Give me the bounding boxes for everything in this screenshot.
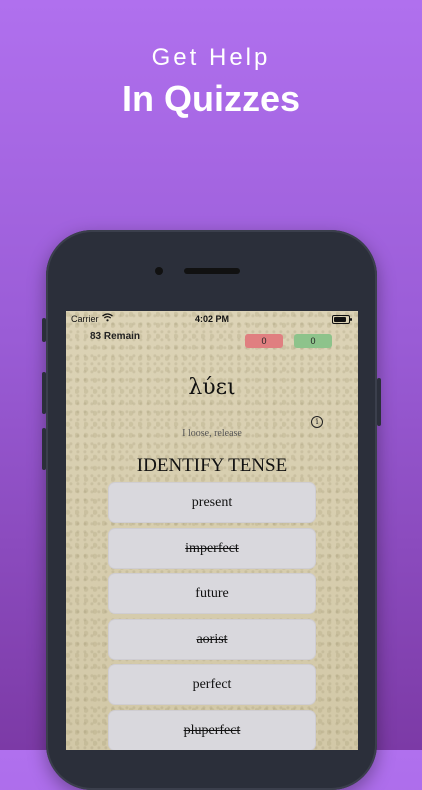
right-count-badge: 0 <box>294 334 332 348</box>
status-bar: Carrier 4:02 PM <box>66 311 358 327</box>
option-aorist-button[interactable]: aorist <box>108 619 316 660</box>
promo-header: Get Help In Quizzes <box>0 44 422 120</box>
battery-icon <box>332 315 352 324</box>
promo-subtitle: Get Help <box>151 44 271 71</box>
info-icon[interactable]: i <box>311 416 323 428</box>
earpiece-speaker <box>184 268 240 274</box>
option-pluperfect-button[interactable]: pluperfect <box>108 710 316 750</box>
promo-title: In Quizzes <box>121 78 301 119</box>
option-imperfect-button[interactable]: imperfect <box>108 528 316 569</box>
volume-down-button <box>42 428 46 470</box>
option-present-button[interactable]: present <box>108 482 316 523</box>
option-perfect-button[interactable]: perfect <box>108 664 316 705</box>
quiz-prompt: IDENTIFY TENSE <box>136 455 288 476</box>
wrong-count-badge: 0 <box>245 334 283 348</box>
power-button <box>377 378 381 426</box>
status-time: 4:02 PM <box>194 314 229 324</box>
mute-switch <box>42 318 46 342</box>
greek-word: λύει <box>188 375 236 400</box>
volume-up-button <box>42 372 46 414</box>
option-future-button[interactable]: future <box>108 573 316 614</box>
word-meaning: I loose, release <box>182 428 242 439</box>
remaining-count: 83 Remain <box>90 331 141 342</box>
front-camera <box>155 267 163 275</box>
app-screen: Carrier 4:02 PM 83 Remain 0 0 λύει i I l… <box>66 311 358 750</box>
